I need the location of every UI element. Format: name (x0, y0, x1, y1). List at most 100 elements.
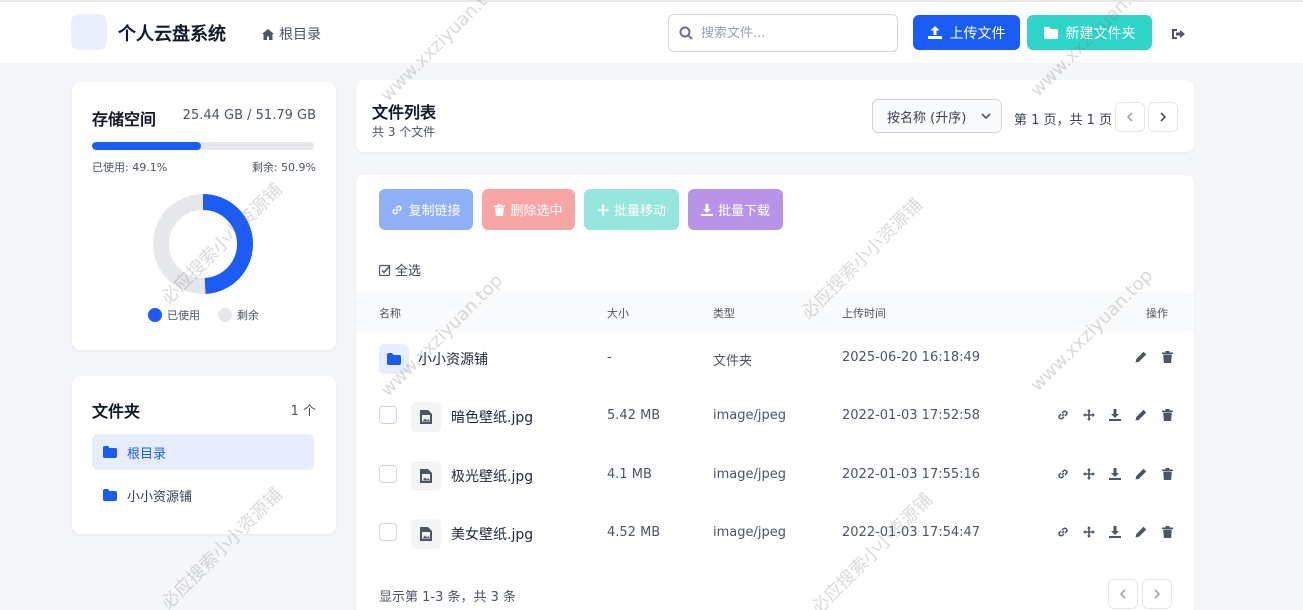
file-type: image/jpeg (713, 467, 786, 482)
file-uploaded: 2022-01-03 17:55:16 (842, 467, 981, 482)
download-icon[interactable] (1108, 525, 1122, 539)
edit-icon[interactable] (1134, 467, 1148, 481)
download-icon[interactable] (1108, 408, 1122, 422)
footer-next-page-button[interactable] (1142, 579, 1172, 609)
sort-value: 按名称 (升序) (887, 110, 967, 126)
file-list-title: 文件列表 (372, 103, 437, 122)
pagination-info: 显示第 1-3 条，共 3 条 (379, 590, 517, 605)
chevron-left-icon (1120, 589, 1126, 599)
folder-icon (103, 489, 117, 501)
storage-donut-chart (153, 194, 253, 294)
image-icon (420, 410, 432, 424)
col-type-header[interactable]: 类型 (713, 305, 735, 321)
link-icon[interactable] (1056, 467, 1070, 481)
search-icon (679, 26, 693, 40)
link-icon (392, 205, 403, 214)
prev-page-button[interactable] (1115, 102, 1145, 132)
row-actions (1056, 408, 1174, 422)
file-list-header: 文件列表 共 3 个文件 按名称 (升序) 第 1 页，共 1 页 (356, 80, 1194, 152)
file-name[interactable]: 小小资源铺 (418, 349, 488, 369)
file-type: image/jpeg (713, 525, 786, 540)
folder-item-xiaoxiao[interactable]: 小小资源铺 (92, 477, 314, 513)
trash-icon[interactable] (1160, 467, 1174, 481)
edit-icon[interactable] (1134, 408, 1148, 422)
file-size: - (607, 350, 612, 365)
search-input[interactable] (701, 25, 881, 41)
move-icon[interactable] (1082, 525, 1096, 539)
col-name-header[interactable]: 名称 (379, 305, 401, 321)
sort-select[interactable]: 按名称 (升序) (872, 99, 1002, 133)
file-uploaded: 2025-06-20 16:18:49 (842, 350, 981, 365)
file-uploaded: 2022-01-03 17:54:47 (842, 525, 981, 540)
table-row[interactable]: 美女壁纸.jpg 4.52 MB image/jpeg 2022-01-03 1… (356, 505, 1194, 563)
top-header: 个人云盘系统 根目录 上传文件 新建文件夹 (0, 0, 1303, 62)
chevron-left-icon (1127, 112, 1133, 122)
copy-link-label: 复制链接 (408, 204, 461, 219)
edit-icon[interactable] (1134, 350, 1148, 364)
folder-icon (103, 446, 117, 458)
table-row[interactable]: 暗色壁纸.jpg 5.42 MB image/jpeg 2022-01-03 1… (356, 388, 1194, 446)
file-name[interactable]: 极光壁纸.jpg (451, 466, 533, 486)
move-icon[interactable] (1082, 467, 1096, 481)
new-folder-button[interactable]: 新建文件夹 (1027, 15, 1152, 50)
copy-link-button[interactable]: 复制链接 (379, 189, 473, 230)
storage-progress-bar (92, 142, 314, 150)
row-actions (1134, 350, 1174, 364)
image-icon (420, 469, 432, 483)
legend-used[interactable]: 已使用 (148, 307, 200, 323)
legend-remain-swatch (218, 308, 232, 322)
legend-remain[interactable]: 剩余 (218, 307, 259, 323)
app-logo (71, 14, 107, 50)
file-size: 5.42 MB (607, 408, 661, 423)
upload-label: 上传文件 (949, 25, 1006, 42)
page-info: 第 1 页，共 1 页 (1014, 113, 1113, 128)
app-title: 个人云盘系统 (118, 24, 226, 45)
delete-selected-button[interactable]: 删除选中 (482, 189, 575, 230)
row-checkbox[interactable] (379, 465, 397, 483)
upload-file-button[interactable]: 上传文件 (913, 15, 1020, 50)
trash-icon[interactable] (1160, 408, 1174, 422)
link-icon[interactable] (1056, 408, 1070, 422)
checkbox-checked-icon (379, 264, 391, 276)
storage-amount: 25.44 GB / 51.79 GB (182, 108, 316, 123)
footer-prev-page-button[interactable] (1108, 579, 1138, 609)
delete-selected-label: 删除选中 (510, 204, 563, 219)
batch-download-button[interactable]: 批量下载 (688, 189, 783, 230)
table-header: 名称 大小 类型 上传时间 操作 (356, 292, 1194, 332)
folder-item-label: 小小资源铺 (127, 489, 193, 505)
batch-move-label: 批量移动 (613, 204, 666, 219)
storage-card: 存储空间 25.44 GB / 51.79 GB 已使用: 49.1% 剩余: … (72, 82, 336, 350)
logout-button[interactable] (1172, 25, 1186, 44)
row-checkbox[interactable] (379, 523, 397, 541)
file-type: image/jpeg (713, 408, 786, 423)
col-uploaded-header[interactable]: 上传时间 (842, 305, 886, 321)
file-name[interactable]: 美女壁纸.jpg (451, 524, 533, 544)
image-file-icon (411, 519, 441, 549)
chevron-down-icon (981, 113, 991, 119)
root-breadcrumb-link[interactable]: 根目录 (262, 24, 321, 44)
folder-item-root[interactable]: 根目录 (92, 434, 314, 470)
table-row[interactable]: 小小资源铺 - 文件夹 2025-06-20 16:18:49 (356, 330, 1194, 388)
download-icon (700, 203, 713, 216)
legend-remain-label: 剩余 (237, 309, 259, 322)
batch-download-label: 批量下载 (717, 204, 770, 219)
trash-icon (494, 203, 506, 216)
edit-icon[interactable] (1134, 525, 1148, 539)
next-page-button[interactable] (1148, 102, 1178, 132)
legend-used-swatch (148, 308, 162, 322)
trash-icon[interactable] (1160, 350, 1174, 364)
chevron-right-icon (1160, 112, 1166, 122)
row-actions (1056, 467, 1174, 481)
move-icon[interactable] (1082, 408, 1096, 422)
select-all-toggle[interactable]: 全选 (379, 260, 421, 279)
col-size-header[interactable]: 大小 (607, 305, 629, 321)
download-icon[interactable] (1108, 467, 1122, 481)
link-icon[interactable] (1056, 525, 1070, 539)
search-box[interactable] (668, 14, 898, 52)
batch-move-button[interactable]: 批量移动 (584, 189, 679, 230)
trash-icon[interactable] (1160, 525, 1174, 539)
table-row[interactable]: 极光壁纸.jpg 4.1 MB image/jpeg 2022-01-03 17… (356, 447, 1194, 505)
row-checkbox[interactable] (379, 406, 397, 424)
storage-title: 存储空间 (92, 110, 157, 129)
file-name[interactable]: 暗色壁纸.jpg (451, 407, 533, 427)
